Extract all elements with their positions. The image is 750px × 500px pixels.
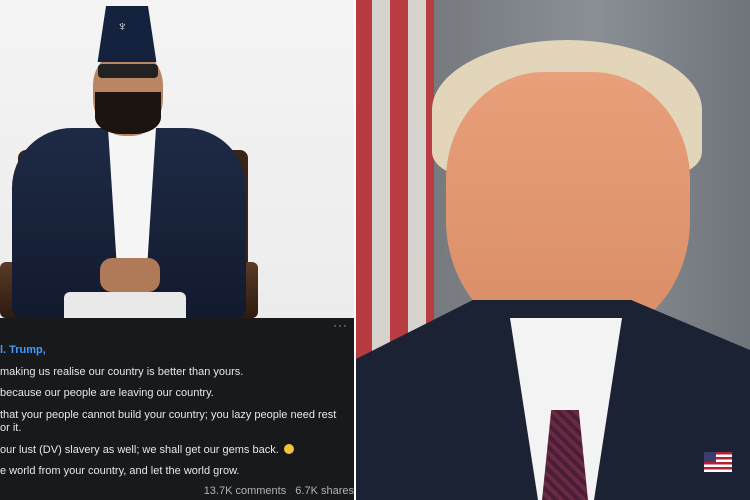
post-line-with-emoji: our lust (DV) slavery as well; we shall … <box>0 444 294 456</box>
more-options-icon[interactable]: ··· <box>333 318 348 332</box>
comments-count[interactable]: 13.7K comments <box>204 485 287 497</box>
us-flag-pin-icon <box>704 452 732 472</box>
left-photo: ♆ <box>0 0 354 318</box>
post-line: or it. <box>0 422 22 434</box>
sunglasses <box>98 64 158 78</box>
beard <box>95 92 161 134</box>
kukri-emblem-icon: ♆ <box>117 18 128 34</box>
post-line-text: our lust (DV) slavery as well; we shall … <box>0 444 279 456</box>
post-line: e world from your country, and let the w… <box>0 465 240 477</box>
post-panel: ··· l. Trump, making us realise our coun… <box>0 318 354 500</box>
post-line: that your people cannot build your count… <box>0 409 337 421</box>
post-stats: 13.7K comments 6.7K shares <box>198 485 354 497</box>
panel-divider <box>354 0 356 500</box>
post-line: making us realise our country is better … <box>0 366 244 378</box>
cap <box>97 6 157 62</box>
smiley-emoji-icon <box>283 444 294 454</box>
post-line: because our people are leaving our count… <box>0 387 214 399</box>
right-photo <box>354 0 750 500</box>
shares-count[interactable]: 6.7K shares <box>295 485 354 497</box>
clasped-hands <box>100 258 160 292</box>
trousers <box>64 292 186 318</box>
post-recipient[interactable]: l. Trump, <box>0 344 46 356</box>
